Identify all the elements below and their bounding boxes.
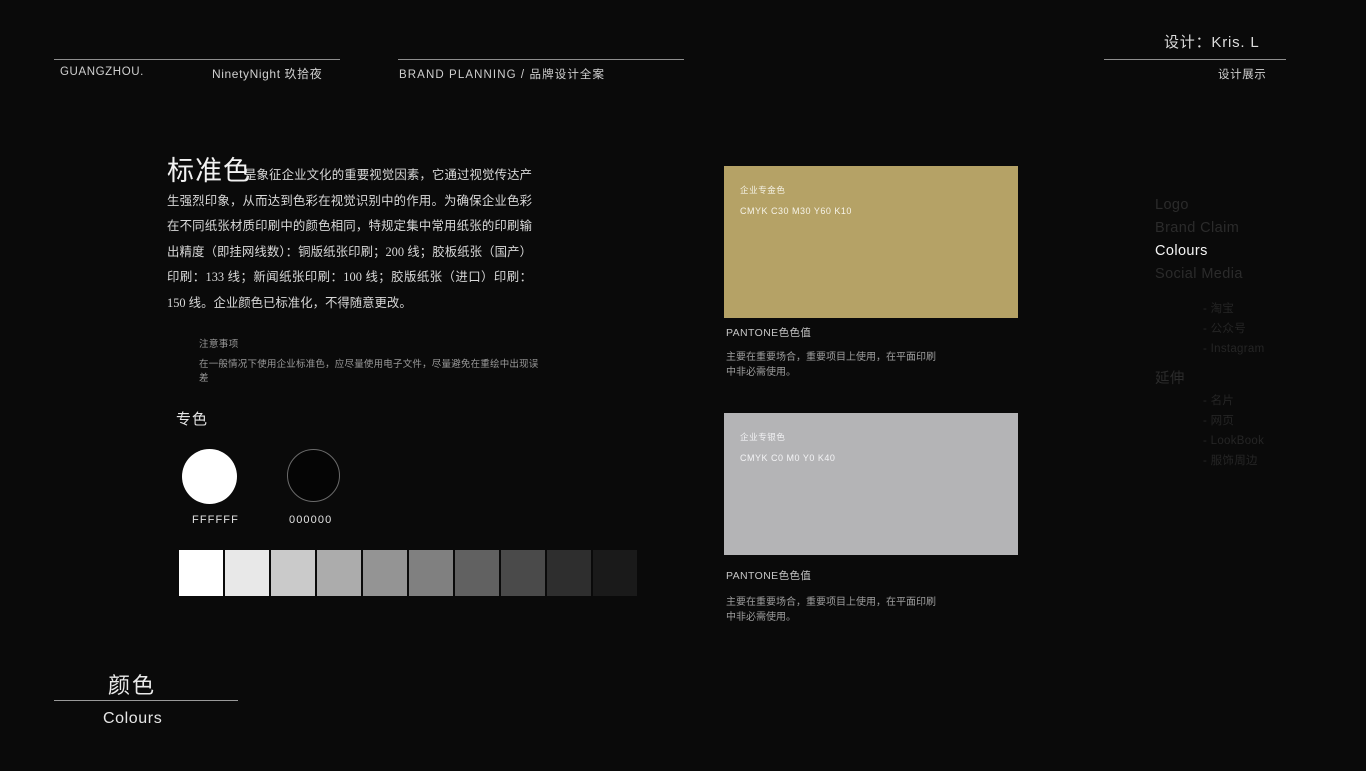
nav-subitem-namecard[interactable]: - 名片: [1155, 391, 1355, 411]
nav-subitem-apparel[interactable]: - 服饰周边: [1155, 451, 1355, 471]
colour-panel-silver-cmyk: CMYK C0 M0 Y0 K40: [740, 453, 836, 463]
footer-title-en: Colours: [103, 710, 163, 727]
nav-item-colours[interactable]: Colours: [1155, 240, 1355, 263]
header-section-label: 设计展示: [1218, 69, 1267, 81]
ramp-swatch-5[interactable]: [409, 550, 453, 596]
nav-subitem-lookbook[interactable]: - LookBook: [1155, 431, 1355, 451]
note-body: 在一般情况下使用企业标准色，应尽量使用电子文件，尽量避免在重绘中出现误差: [199, 360, 539, 384]
header-divider-right: [1104, 59, 1286, 60]
colour-panel-gold[interactable]: 企业专金色 CMYK C30 M30 Y60 K10: [724, 166, 1018, 318]
ramp-swatch-2[interactable]: [271, 550, 315, 596]
ramp-swatch-7[interactable]: [501, 550, 545, 596]
colour-panel-silver-name: 企业专银色: [740, 432, 786, 442]
ramp-swatch-9[interactable]: [593, 550, 637, 596]
section-nav: Logo Brand Claim Colours Social Media - …: [1155, 194, 1355, 471]
nav-subitem-taobao[interactable]: - 淘宝: [1155, 299, 1355, 319]
colour-panel-silver[interactable]: 企业专银色 CMYK C0 M0 Y0 K40: [724, 413, 1018, 555]
footer-title-cn: 颜色: [108, 673, 157, 698]
grayscale-ramp: [179, 550, 637, 596]
note-title: 注意事项: [199, 340, 239, 350]
silver-pantone-label: PANTONE色色值: [726, 570, 812, 582]
spot-swatch-black-caption: 000000: [289, 514, 333, 526]
nav-item-social-media[interactable]: Social Media: [1155, 263, 1355, 286]
nav-item-extend[interactable]: 延伸: [1155, 368, 1355, 391]
header-city: GUANGZHOU.: [60, 66, 144, 78]
ramp-swatch-0[interactable]: [179, 550, 223, 596]
colour-panel-gold-name: 企业专金色: [740, 185, 786, 195]
header-project-title: BRAND PLANNING / 品牌设计全案: [399, 69, 606, 81]
nav-spacer-1: [1155, 286, 1355, 299]
ramp-swatch-3[interactable]: [317, 550, 361, 596]
header-brand-name: NinetyNight 玖拾夜: [212, 67, 323, 81]
gold-pantone-label: PANTONE色色值: [726, 327, 812, 339]
nav-item-logo[interactable]: Logo: [1155, 194, 1355, 217]
ramp-swatch-8[interactable]: [547, 550, 591, 596]
slide-canvas: GUANGZHOU. NinetyNight 玖拾夜 BRAND PLANNIN…: [0, 0, 1366, 771]
spot-swatch-white-caption: FFFFFF: [192, 514, 239, 526]
footer-divider: [54, 700, 238, 701]
header-designer: 设计：Kris. L: [1164, 34, 1260, 51]
colour-panel-gold-cmyk: CMYK C30 M30 Y60 K10: [740, 206, 852, 216]
ramp-swatch-6[interactable]: [455, 550, 499, 596]
nav-subitem-instagram[interactable]: - Instagram: [1155, 339, 1355, 359]
silver-description: 主要在重要场合，重要项目上使用，在平面印刷中非必需使用。: [726, 597, 936, 623]
header-divider-middle: [398, 59, 684, 60]
nav-subitem-wechat[interactable]: - 公众号: [1155, 319, 1355, 339]
header-divider-left: [54, 59, 340, 60]
nav-spacer-2: [1155, 359, 1355, 368]
ramp-swatch-1[interactable]: [225, 550, 269, 596]
spot-swatch-black[interactable]: [287, 449, 340, 502]
nav-subitem-webpage[interactable]: - 网页: [1155, 411, 1355, 431]
nav-item-brand-claim[interactable]: Brand Claim: [1155, 217, 1355, 240]
spot-swatch-white[interactable]: [182, 449, 237, 504]
spot-colour-label: 专色: [176, 412, 209, 428]
gold-description: 主要在重要场合，重要项目上使用，在平面印刷中非必需使用。: [726, 352, 936, 378]
ramp-swatch-4[interactable]: [363, 550, 407, 596]
article-body: 是象征企业文化的重要视觉因素，它通过视觉传达产生强烈印象，从而达到色彩在视觉识别…: [167, 168, 532, 310]
